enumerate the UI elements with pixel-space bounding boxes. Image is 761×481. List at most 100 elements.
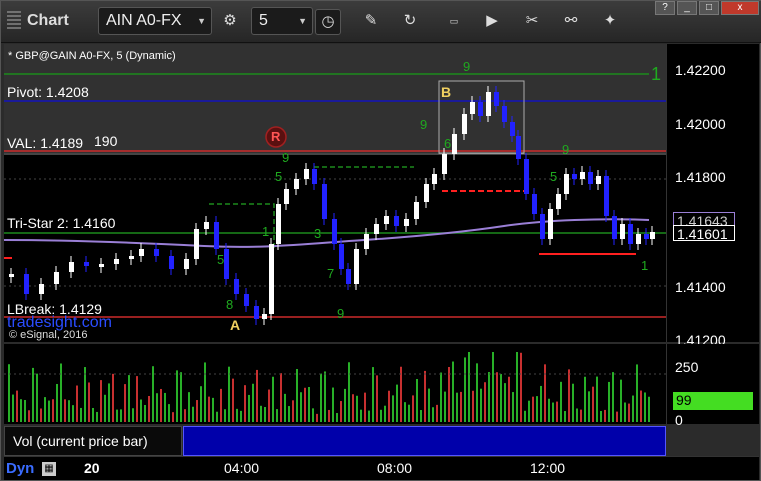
count-label: 9 [463,59,471,74]
volume-bar [408,404,410,422]
calendar-icon[interactable]: ▦ [42,462,56,476]
candle [276,204,281,244]
price-tick: 1.41400 [675,279,726,295]
candle [486,92,491,116]
volume-bar [116,409,118,422]
candle [540,214,545,239]
volume-bar [556,401,558,422]
pencil-icon[interactable]: ✎ [358,9,384,35]
candle [556,194,561,209]
volume-bar [196,400,198,422]
volume-bar [304,387,306,422]
volume-bar [560,381,562,422]
help-button[interactable]: ? [655,1,675,15]
volume-bar [232,378,234,422]
volume-bar [552,402,554,422]
quote-icon[interactable]: ▭ [441,9,467,35]
price-tick: 1.41800 [675,169,726,185]
maximize-button[interactable]: □ [699,1,719,15]
symbol-select[interactable]: AIN A0-FX ▼ [98,7,212,35]
pattern-letter-a: A [230,317,241,333]
candle [69,262,74,272]
volume-bar [220,388,222,422]
candle [194,229,199,259]
volume-bar [388,390,390,422]
volume-bar [524,410,526,422]
volume-bar [584,376,586,422]
volume-bar [396,384,398,422]
count-label: 7 [327,266,335,281]
time-axis[interactable]: Dyn ▦ 20 04:00 08:00 12:00 [4,456,759,480]
candle [494,92,499,106]
clock-icon[interactable]: ◷ [315,9,341,35]
candle [502,106,507,122]
volume-bar [444,391,446,422]
candle [462,114,467,134]
chart-window: Chart AIN A0-FX ▼ ⚙ 5 ▼ ◷ ✎ ↻ ▭ ▶ ✂ ⚯ ✦ … [0,0,761,481]
volume-bar [440,372,442,422]
candle [346,269,351,284]
count-label: 9 [562,142,570,157]
volume-bar [424,370,426,422]
time-mode[interactable]: Dyn [6,460,34,477]
scissors-icon[interactable]: ✂ [519,9,545,35]
close-button[interactable]: x [721,1,759,15]
volume-bar [504,383,506,422]
price-axis[interactable]: 1.42200 1.42000 1.41800 1.41643 1.41601 … [666,44,759,348]
refresh-icon[interactable]: ↻ [397,9,423,35]
window-title: Chart [27,12,69,29]
volume-bar [604,409,606,422]
price-tick: 1.42200 [675,62,726,78]
volume-bar [32,367,34,422]
price-chart[interactable]: * GBP@GAIN A0-FX, 5 (Dynamic) Pivot: 1.4… [3,44,666,342]
volume-bar [416,378,418,422]
volume-bar [156,393,158,422]
volume-bar [208,396,210,422]
volume-canvas [4,352,666,422]
tristar-label: Tri-Star 2: 1.4160 [7,215,116,231]
volume-bar [636,364,638,422]
text-icon[interactable]: ✦ [597,9,623,35]
volume-bar [400,366,402,422]
candle [452,134,457,154]
current-volume-box: 99 [673,392,753,410]
candle [644,234,649,239]
candle [339,244,344,269]
count-label: 1 [262,224,270,239]
volume-bar [460,391,462,422]
volume-bar [92,407,94,422]
volume-bar [276,409,278,422]
study-bar [183,426,666,456]
candle [548,209,553,239]
candle [99,264,104,267]
volume-bar [632,395,634,422]
gear-icon[interactable]: ⚙ [217,9,243,35]
volume-chart[interactable] [4,344,666,424]
copyright: © eSignal, 2016 [9,329,88,341]
candle [604,176,609,216]
candle [204,222,209,229]
volume-bar [112,373,114,422]
volume-bar [436,404,438,422]
candle [234,279,239,294]
link-icon[interactable]: ⚯ [558,9,584,35]
price-chart-canvas [3,44,666,325]
candle [580,172,585,179]
volume-axis[interactable]: 250 99 0 [666,344,759,428]
candle [139,249,144,256]
volume-study-tab[interactable]: Vol (current price bar) × [4,426,191,456]
candle [650,232,655,239]
volume-bar [332,387,334,422]
minimize-button[interactable]: _ [677,1,697,15]
volume-bar [40,408,42,422]
pivot-label: Pivot: 1.4208 [7,84,89,100]
volume-bar [188,392,190,422]
count-label: 5 [275,169,283,184]
volume-bar [124,384,126,422]
interval-select[interactable]: 5 ▼ [251,7,313,35]
volume-bar [344,388,346,422]
candle [294,179,299,189]
drag-grip-icon[interactable] [7,11,21,31]
play-icon[interactable]: ▶ [479,9,505,35]
green-one-top: 1 [651,64,662,84]
